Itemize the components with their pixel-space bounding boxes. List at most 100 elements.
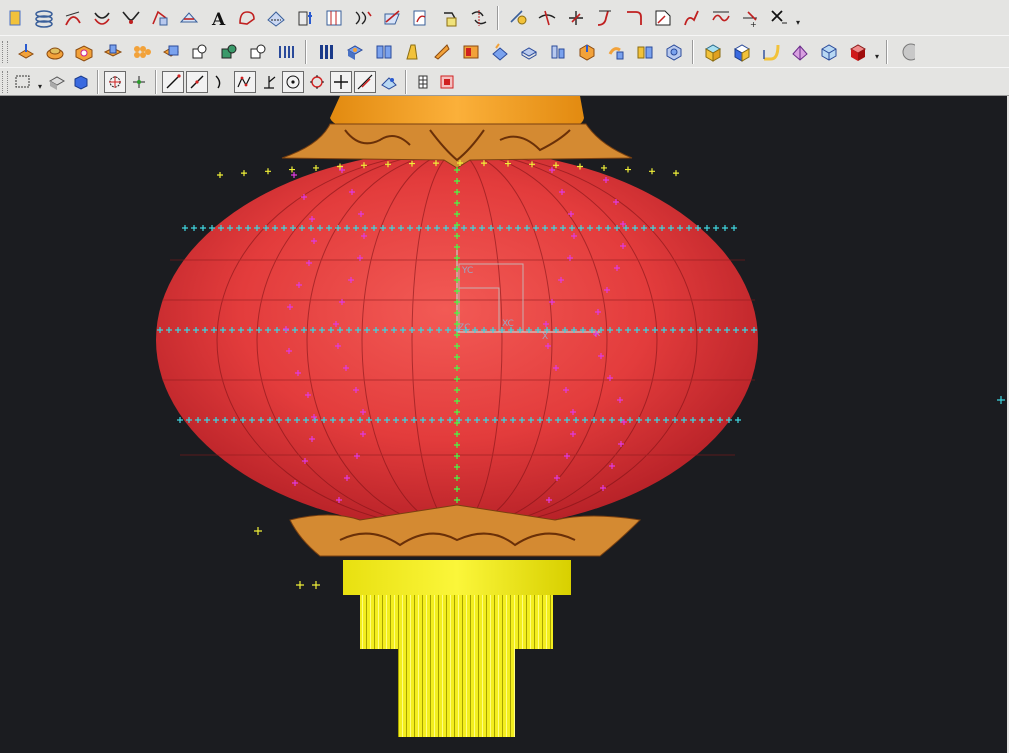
snap-quadrant-button[interactable] — [282, 70, 304, 93]
unite-tool-button[interactable] — [186, 38, 213, 65]
offset-face-icon — [463, 45, 478, 58]
render-style-button[interactable] — [893, 38, 920, 65]
sphere-tool-button[interactable] — [757, 38, 784, 65]
snap-control-vertex-button[interactable] — [234, 70, 256, 93]
snap-tangent-button[interactable] — [354, 70, 376, 93]
select-face-icon — [74, 74, 88, 90]
edit-curve-params-tool-button[interactable] — [765, 4, 792, 31]
box-tool-button[interactable] — [844, 38, 871, 65]
snap-toggle-button[interactable] — [436, 71, 458, 93]
toolbar-overflow-button[interactable]: ▾ — [872, 38, 882, 65]
project-curve-tool-button[interactable] — [175, 4, 202, 31]
mirror-tool-button[interactable] — [399, 38, 426, 65]
length-curve-tool-button[interactable] — [649, 4, 676, 31]
edit-spline-tool-button[interactable] — [436, 4, 463, 31]
helix-icon — [34, 9, 53, 28]
trim-curve-tool-button[interactable] — [504, 4, 531, 31]
chamfer-tool-button[interactable] — [573, 38, 600, 65]
law-curve-icon — [64, 11, 81, 25]
snap-bounded-grid-button[interactable] — [412, 71, 434, 93]
snap-control-point-button[interactable] — [186, 70, 208, 93]
graphics-viewport[interactable]: YC ZC XC X X — [0, 96, 1009, 753]
point-tool-button[interactable] — [1, 4, 28, 31]
sweep-tool-button[interactable] — [273, 38, 300, 65]
cylinder-icon — [666, 43, 681, 61]
select-filter-dropdown[interactable]: ▾ — [35, 71, 45, 93]
rib-tool-button[interactable] — [312, 38, 339, 65]
section-curve-tool-button[interactable] — [233, 4, 260, 31]
offset-curve-tool-button[interactable] — [88, 4, 115, 31]
snap-surface-point-button[interactable] — [378, 71, 400, 93]
section-curve-icon — [238, 10, 255, 25]
cone-tool-button[interactable] — [728, 38, 755, 65]
svg-text:A: A — [211, 10, 226, 28]
isoparametric-curve-tool-button[interactable] — [320, 4, 347, 31]
intersect-curve-tool-button[interactable] — [378, 4, 405, 31]
helix-tool-button[interactable] — [30, 4, 57, 31]
bridge-curve-tool-button[interactable] — [117, 4, 144, 31]
edit-curve-tool-button[interactable] — [407, 4, 434, 31]
snap-existing-point-button[interactable] — [104, 70, 126, 93]
law-curve-tool-button[interactable] — [59, 4, 86, 31]
lantern-top-cap — [330, 96, 584, 128]
select-face-button[interactable] — [70, 71, 92, 93]
snap-arc-center-button[interactable] — [258, 71, 280, 93]
pad-tool-button[interactable] — [157, 38, 184, 65]
pattern-tool-button[interactable] — [370, 38, 397, 65]
snap-intersection-button[interactable] — [210, 71, 232, 93]
snap-point-on-curve-button[interactable] — [330, 70, 352, 93]
pocket-tool-button[interactable] — [128, 38, 155, 65]
toolbar-grip[interactable] — [2, 40, 8, 63]
revolve-tool-button[interactable] — [41, 38, 68, 65]
subtract-tool-button[interactable] — [215, 38, 242, 65]
box-select-button[interactable] — [12, 71, 34, 93]
trim-corner-tool-button[interactable] — [533, 4, 560, 31]
project-curve-icon — [179, 11, 198, 22]
thicken-tool-button[interactable] — [486, 38, 513, 65]
trim-curve-icon — [509, 9, 526, 24]
lantern-model-view[interactable]: YC ZC XC X X — [0, 96, 1009, 753]
face-blend-tool-button[interactable] — [786, 38, 813, 65]
bounded-plane-tool-button[interactable] — [815, 38, 842, 65]
block-tool-button[interactable] — [699, 38, 726, 65]
divide-curve-icon — [471, 9, 486, 26]
blend-icon — [551, 45, 564, 58]
divide-curve-tool-button[interactable] — [465, 4, 492, 31]
split-body-icon — [637, 46, 652, 58]
draft-tool-button[interactable] — [428, 38, 455, 65]
cylinder-tool-button[interactable] — [660, 38, 687, 65]
smooth-curve-tool-button[interactable] — [678, 4, 705, 31]
shell-tool-button[interactable] — [515, 38, 542, 65]
wrap-curve-tool-button[interactable] — [262, 4, 289, 31]
snap-quadrant-point-button[interactable] — [306, 71, 328, 93]
trim-body-tool-button[interactable] — [602, 38, 629, 65]
smooth-curve-icon — [683, 10, 699, 25]
hole-tool-button[interactable] — [70, 38, 97, 65]
offset-face-tool-button[interactable] — [457, 38, 484, 65]
toolbar-overflow-button[interactable]: ▾ — [793, 4, 803, 31]
delete-curve-tool-button[interactable]: + — [736, 4, 763, 31]
combined-curve-tool-button[interactable] — [349, 4, 376, 31]
fillet-curve-tool-button[interactable] — [591, 4, 618, 31]
svg-text:+: + — [750, 20, 757, 28]
select-body-button[interactable] — [46, 71, 68, 93]
edit-parameters-tool-button[interactable] — [707, 4, 734, 31]
snap-midpoint-button[interactable] — [162, 70, 184, 93]
text-icon: A — [211, 10, 226, 28]
split-body-tool-button[interactable] — [631, 38, 658, 65]
boss-tool-button[interactable] — [99, 38, 126, 65]
chamfer-curve-tool-button[interactable] — [620, 4, 647, 31]
toolbar-separator — [305, 39, 307, 64]
toolbar-grip[interactable] — [2, 70, 8, 93]
blend-tool-button[interactable] — [544, 38, 571, 65]
boss-icon — [103, 44, 122, 57]
text-tool-button[interactable]: A — [204, 4, 231, 31]
emboss-tool-button[interactable] — [341, 38, 368, 65]
extrude-curve-tool-button[interactable] — [291, 4, 318, 31]
extrude-tool-button[interactable] — [12, 38, 39, 65]
snap-endpoint-button[interactable] — [128, 71, 150, 93]
extend-curve-tool-button[interactable] — [562, 4, 589, 31]
arc-center-icon — [264, 75, 276, 89]
extract-curve-tool-button[interactable] — [146, 4, 173, 31]
intersect-tool-button[interactable] — [244, 38, 271, 65]
